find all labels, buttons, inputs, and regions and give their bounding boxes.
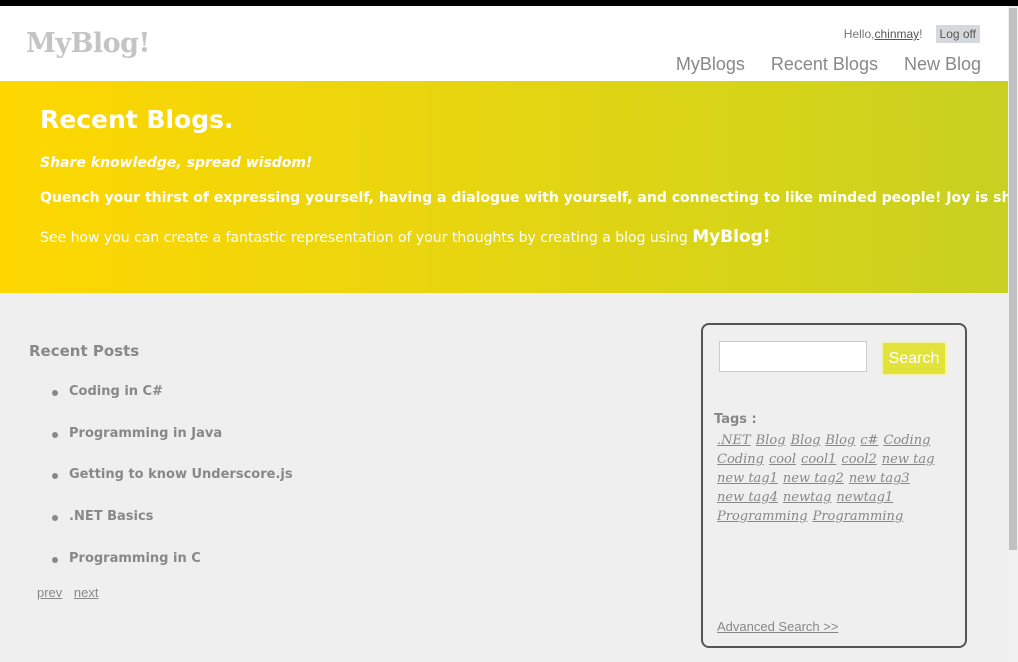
pagination: prev next: [37, 585, 107, 600]
tag-link[interactable]: new tag: [882, 452, 935, 467]
prev-link[interactable]: prev: [37, 585, 62, 600]
main-nav: MyBlogs Recent Blogs New Blog: [650, 54, 981, 75]
recent-posts-heading: Recent Posts: [29, 342, 140, 360]
list-item[interactable]: Getting to know Underscore.js: [51, 467, 293, 509]
tag-link[interactable]: Coding: [717, 452, 764, 467]
scrollbar-thumb[interactable]: [1009, 8, 1017, 550]
list-item[interactable]: Coding in C#: [51, 384, 293, 426]
cta-brand: MyBlog!: [692, 227, 771, 247]
page-title: Recent Blogs.: [40, 105, 234, 134]
list-item[interactable]: .NET Basics: [51, 509, 293, 551]
next-link[interactable]: next: [74, 585, 99, 600]
tag-link[interactable]: new tag3: [849, 471, 910, 486]
intro-text: Quench your thirst of expressing yoursel…: [40, 190, 1018, 206]
tag-link[interactable]: new tag4: [717, 490, 778, 505]
nav-recent-blogs[interactable]: Recent Blogs: [771, 54, 878, 75]
tag-link[interactable]: Coding: [883, 433, 930, 448]
tag-link[interactable]: .NET: [717, 433, 751, 448]
tagline: Share knowledge, spread wisdom!: [40, 155, 313, 171]
tag-link[interactable]: c#: [860, 433, 878, 448]
cta-text-body: See how you can create a fantastic repre…: [40, 230, 693, 246]
tag-link[interactable]: Programming: [717, 509, 808, 524]
tag-link[interactable]: newtag: [783, 490, 832, 505]
tag-link[interactable]: Blog: [825, 433, 855, 448]
username-link[interactable]: chinmay: [874, 27, 919, 41]
vertical-scrollbar[interactable]: [1008, 6, 1018, 662]
tag-link[interactable]: new tag2: [783, 471, 844, 486]
logoff-button[interactable]: Log off: [935, 25, 980, 43]
nav-new-blog[interactable]: New Blog: [904, 54, 981, 75]
greeting-exclaim: !: [919, 27, 923, 41]
tag-link[interactable]: Blog: [756, 433, 786, 448]
tag-link[interactable]: cool: [769, 452, 796, 467]
search-input[interactable]: [719, 341, 867, 372]
login-area: Hello, chinmay ! Log off: [844, 25, 980, 43]
recent-posts-list: Coding in C# Programming in Java Getting…: [51, 384, 293, 592]
search-button[interactable]: Search: [881, 341, 947, 376]
tag-link[interactable]: cool1: [801, 452, 836, 467]
tag-link[interactable]: new tag1: [717, 471, 778, 486]
tag-link[interactable]: Blog: [791, 433, 821, 448]
sidebar-panel: Search Tags : .NET Blog Blog Blog c# Coding C…: [701, 323, 967, 648]
list-item[interactable]: Programming in Java: [51, 426, 293, 468]
site-logo[interactable]: MyBlog!: [26, 28, 150, 59]
advanced-search-link[interactable]: Advanced Search >>: [717, 619, 838, 634]
site-header: MyBlog! Hello, chinmay ! Log off MyBlogs…: [0, 6, 1008, 81]
featured-banner: Recent Blogs. Share knowledge, spread wi…: [0, 81, 1018, 293]
greeting-text: Hello,: [843, 27, 875, 41]
tag-link[interactable]: newtag1: [836, 490, 893, 505]
tag-link[interactable]: cool2: [841, 452, 876, 467]
cta-text: See how you can create a fantastic repre…: [40, 227, 771, 247]
tag-link[interactable]: Programming: [813, 509, 904, 524]
nav-myblogs[interactable]: MyBlogs: [676, 54, 745, 75]
tags-label: Tags :: [714, 412, 757, 427]
tag-cloud: .NET Blog Blog Blog c# Coding Coding cool cool1…: [717, 431, 952, 526]
